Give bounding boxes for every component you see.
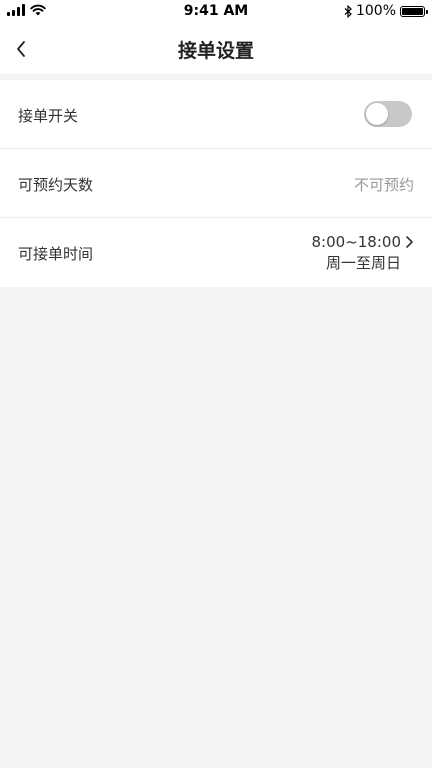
status-right: 100% (344, 3, 428, 19)
order-time-label: 可接单时间 (18, 245, 94, 263)
order-time-days: 周一至周日 (325, 254, 401, 272)
battery-level (402, 7, 423, 15)
order-switch-row: 接单开关 (0, 80, 432, 149)
order-time-range-line: 8:00~18:00 (312, 233, 414, 251)
order-switch-toggle[interactable] (364, 101, 412, 127)
order-time-value[interactable]: 8:00~18:00 周一至周日 (312, 233, 414, 273)
nav-bar: 接单设置 (0, 24, 432, 74)
booking-days-row[interactable]: 可预约天数 不可预约 (0, 149, 432, 218)
order-switch-label: 接单开关 (18, 107, 79, 125)
battery-icon (400, 5, 428, 17)
status-bar: 9:41 AM 100% (0, 0, 432, 24)
booking-days-value: 不可预约 (353, 176, 414, 194)
booking-days-label: 可预约天数 (18, 176, 94, 194)
page-title: 接单设置 (177, 40, 254, 62)
battery-percent: 100% (355, 3, 396, 19)
order-time-range: 8:00~18:00 (311, 233, 401, 251)
settings-list: 接单开关 可预约天数 不可预约 可接单时间 8:00~18:00 周一至周日 (0, 80, 432, 287)
toggle-knob (366, 103, 388, 125)
chevron-right-icon (406, 236, 413, 248)
order-time-row[interactable]: 可接单时间 8:00~18:00 周一至周日 (0, 218, 432, 287)
screen: 9:41 AM 100% 接单设置 接单开关 可预约天数 不可预约 可接单时间 … (0, 0, 432, 768)
bluetooth-icon (344, 4, 352, 18)
